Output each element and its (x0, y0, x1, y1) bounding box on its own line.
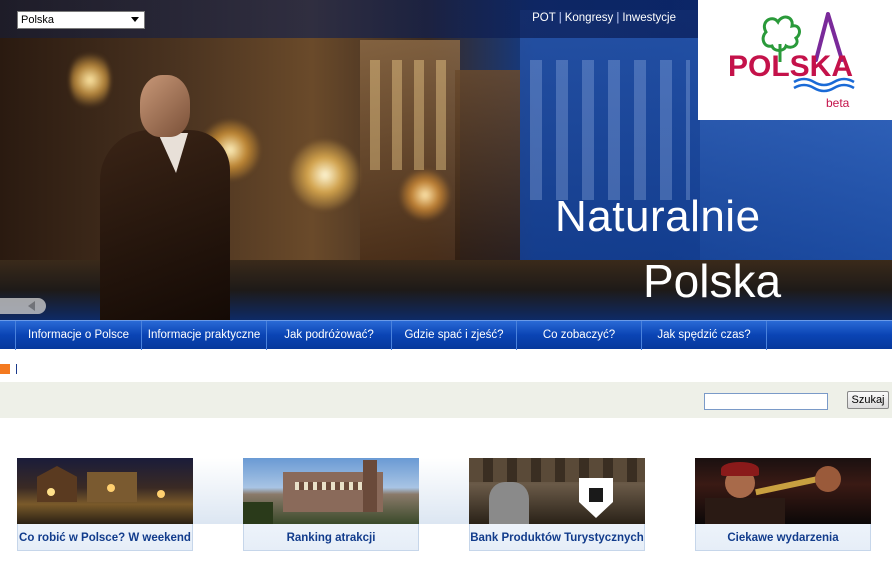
promo-card-weekend[interactable]: Co robić w Polsce? W weekend (17, 458, 243, 551)
slogan-line-2: Polska (643, 255, 782, 307)
link-separator: | (616, 12, 620, 24)
nav-item-jak-spedzic-czas[interactable]: Jak spędzić czas? (642, 321, 767, 350)
hero-person (100, 75, 230, 320)
nav-item-informacje-o-polsce[interactable]: Informacje o Polsce (16, 321, 142, 350)
nav-item-jak-podrozowac[interactable]: Jak podróżować? (267, 321, 392, 350)
main-navigation: Informacje o Polsce Informacje praktyczn… (0, 320, 892, 350)
hero-building (455, 70, 520, 260)
top-links: POT | Kongresy | Inwestycje (532, 12, 676, 24)
top-link-inwestycje[interactable]: Inwestycje (622, 12, 676, 24)
link-separator: | (558, 12, 562, 24)
country-select[interactable]: Polska (17, 11, 145, 29)
card-caption[interactable]: Co robić w Polsce? W weekend (17, 532, 193, 545)
breadcrumb-divider (16, 364, 17, 374)
hero-windows (370, 60, 450, 170)
card-image-knights[interactable] (469, 458, 645, 524)
slogan-line-1: Naturalnie (555, 192, 761, 241)
street-lamp-glow (400, 170, 450, 220)
promo-card-bank-produktow[interactable]: Bank Produktów Turystycznych (469, 458, 645, 551)
page: Polska POT | Kongresy | Inwestycje POLSKA be… (0, 0, 892, 568)
polska-logo-icon: POLSKA (728, 12, 855, 93)
nav-item-informacje-praktyczne[interactable]: Informacje praktyczne (142, 321, 267, 350)
country-select-value: Polska (21, 14, 55, 26)
card-caption[interactable]: Bank Produktów Turystycznych (469, 532, 645, 545)
search-input[interactable] (704, 393, 828, 410)
hero-slider-prev-button[interactable] (0, 298, 46, 314)
card-image-castle[interactable] (243, 458, 419, 524)
street-lamp-glow (290, 140, 360, 210)
top-link-kongresy[interactable]: Kongresy (565, 12, 614, 24)
card-image-musicians[interactable] (695, 458, 871, 524)
card-caption[interactable]: Ranking atrakcji (243, 532, 419, 545)
card-caption[interactable]: Ciekawe wydarzenia (695, 532, 871, 545)
chevron-down-icon (131, 17, 139, 22)
logo-text: POLSKA (728, 50, 853, 83)
nav-item-co-zobaczyc[interactable]: Co zobaczyć? (517, 321, 642, 350)
logo-beta-badge: beta (826, 96, 850, 110)
card-image-old-town-night[interactable] (17, 458, 193, 524)
promo-card-ranking[interactable]: Ranking atrakcji (243, 458, 469, 551)
promo-card-wydarzenia[interactable]: Ciekawe wydarzenia (695, 458, 871, 551)
nav-item-gdzie-spac-i-zjesc[interactable]: Gdzie spać i zjeść? (392, 321, 517, 350)
search-bar: Szukaj (0, 382, 892, 418)
breadcrumb-marker (0, 364, 10, 374)
search-button[interactable]: Szukaj (847, 391, 889, 409)
card-divider (193, 458, 243, 524)
nav-spacer (0, 321, 16, 350)
top-link-pot[interactable]: POT (532, 12, 556, 24)
card-divider (419, 458, 469, 524)
polska-logo[interactable]: POLSKA beta (698, 0, 892, 120)
hero-windows (530, 60, 690, 200)
hero-banner: Polska POT | Kongresy | Inwestycje POLSKA be… (0, 0, 892, 320)
